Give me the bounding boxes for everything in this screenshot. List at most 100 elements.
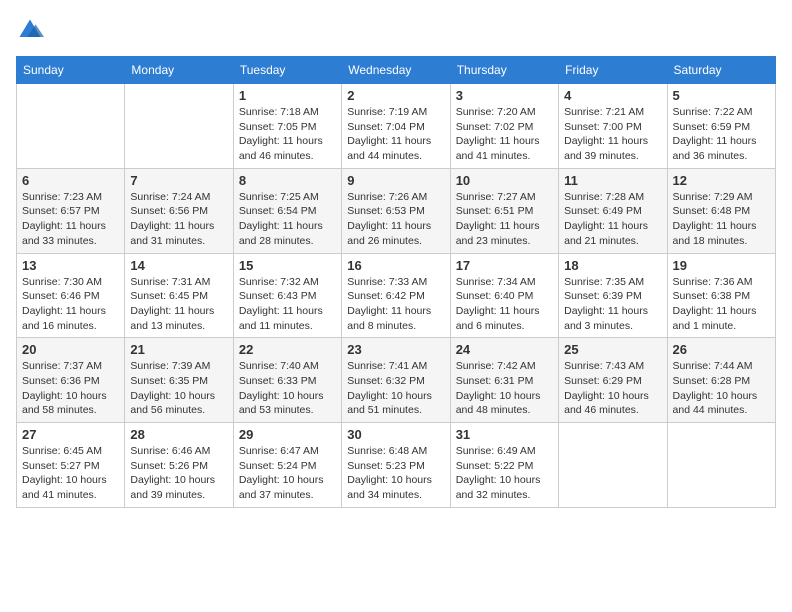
calendar-cell: 26Sunrise: 7:44 AM Sunset: 6:28 PM Dayli…	[667, 338, 775, 423]
calendar-cell: 17Sunrise: 7:34 AM Sunset: 6:40 PM Dayli…	[450, 253, 558, 338]
day-info: Sunrise: 7:40 AM Sunset: 6:33 PM Dayligh…	[239, 359, 336, 418]
calendar-body: 1 Sunrise: 7:18 AM Sunset: 7:05 PM Daylig…	[17, 84, 776, 508]
calendar-cell: 1 Sunrise: 7:18 AM Sunset: 7:05 PM Daylig…	[233, 84, 341, 169]
weekday-sunday: Sunday	[17, 57, 125, 84]
day-number: 10	[456, 173, 553, 188]
logo	[16, 16, 48, 44]
calendar-cell	[125, 84, 233, 169]
calendar-cell: 13 Sunrise: 7:30 AM Sunset: 6:46 PM Dayli…	[17, 253, 125, 338]
calendar-cell: 22 Sunrise: 7:40 AM Sunset: 6:33 PM Dayli…	[233, 338, 341, 423]
day-number: 2	[347, 88, 444, 103]
day-info: Sunrise: 7:28 AM Sunset: 6:49 PM Dayligh…	[564, 190, 661, 249]
calendar-cell	[559, 423, 667, 508]
calendar-cell: 11 Sunrise: 7:28 AM Sunset: 6:49 PM Dayli…	[559, 168, 667, 253]
day-number: 14	[130, 258, 227, 273]
calendar-week-1: 1 Sunrise: 7:18 AM Sunset: 7:05 PM Daylig…	[17, 84, 776, 169]
day-info: Sunrise: 7:39 AM Sunset: 6:35 PM Dayligh…	[130, 359, 227, 418]
day-number: 30	[347, 427, 444, 442]
day-number: 9	[347, 173, 444, 188]
calendar-week-3: 13 Sunrise: 7:30 AM Sunset: 6:46 PM Dayli…	[17, 253, 776, 338]
day-info: Sunrise: 7:44 AM Sunset: 6:28 PM Dayligh…	[673, 359, 770, 418]
page-header	[16, 16, 776, 44]
day-number: 18	[564, 258, 661, 273]
day-info: Sunrise: 7:18 AM Sunset: 7:05 PM Dayligh…	[239, 105, 336, 164]
day-number: 28	[130, 427, 227, 442]
weekday-wednesday: Wednesday	[342, 57, 450, 84]
day-number: 15	[239, 258, 336, 273]
day-number: 1	[239, 88, 336, 103]
day-info: Sunrise: 7:41 AM Sunset: 6:32 PM Dayligh…	[347, 359, 444, 418]
day-info: Sunrise: 7:25 AM Sunset: 6:54 PM Dayligh…	[239, 190, 336, 249]
calendar-cell: 29 Sunrise: 6:47 AM Sunset: 5:24 PM Dayli…	[233, 423, 341, 508]
weekday-tuesday: Tuesday	[233, 57, 341, 84]
calendar-week-4: 20 Sunrise: 7:37 AM Sunset: 6:36 PM Dayli…	[17, 338, 776, 423]
calendar-header: SundayMondayTuesdayWednesdayThursdayFrid…	[17, 57, 776, 84]
calendar-table: SundayMondayTuesdayWednesdayThursdayFrid…	[16, 56, 776, 508]
day-info: Sunrise: 7:21 AM Sunset: 7:00 PM Dayligh…	[564, 105, 661, 164]
weekday-friday: Friday	[559, 57, 667, 84]
day-info: Sunrise: 7:30 AM Sunset: 6:46 PM Dayligh…	[22, 275, 119, 334]
day-number: 4	[564, 88, 661, 103]
calendar-cell: 10 Sunrise: 7:27 AM Sunset: 6:51 PM Dayli…	[450, 168, 558, 253]
day-info: Sunrise: 7:26 AM Sunset: 6:53 PM Dayligh…	[347, 190, 444, 249]
day-number: 29	[239, 427, 336, 442]
day-number: 11	[564, 173, 661, 188]
calendar-cell: 18Sunrise: 7:35 AM Sunset: 6:39 PM Dayli…	[559, 253, 667, 338]
day-number: 20	[22, 342, 119, 357]
calendar-cell: 3 Sunrise: 7:20 AM Sunset: 7:02 PM Daylig…	[450, 84, 558, 169]
calendar-cell: 24 Sunrise: 7:42 AM Sunset: 6:31 PM Dayli…	[450, 338, 558, 423]
calendar-cell: 7Sunrise: 7:24 AM Sunset: 6:56 PM Daylig…	[125, 168, 233, 253]
calendar-cell: 20 Sunrise: 7:37 AM Sunset: 6:36 PM Dayli…	[17, 338, 125, 423]
day-number: 5	[673, 88, 770, 103]
day-number: 19	[673, 258, 770, 273]
day-number: 31	[456, 427, 553, 442]
day-info: Sunrise: 7:37 AM Sunset: 6:36 PM Dayligh…	[22, 359, 119, 418]
calendar-cell: 8 Sunrise: 7:25 AM Sunset: 6:54 PM Daylig…	[233, 168, 341, 253]
day-info: Sunrise: 6:49 AM Sunset: 5:22 PM Dayligh…	[456, 444, 553, 503]
day-info: Sunrise: 7:27 AM Sunset: 6:51 PM Dayligh…	[456, 190, 553, 249]
calendar-cell: 2 Sunrise: 7:19 AM Sunset: 7:04 PM Daylig…	[342, 84, 450, 169]
calendar-cell: 9 Sunrise: 7:26 AM Sunset: 6:53 PM Daylig…	[342, 168, 450, 253]
calendar-cell	[667, 423, 775, 508]
day-number: 3	[456, 88, 553, 103]
day-number: 21	[130, 342, 227, 357]
day-info: Sunrise: 6:46 AM Sunset: 5:26 PM Dayligh…	[130, 444, 227, 503]
day-info: Sunrise: 7:23 AM Sunset: 6:57 PM Dayligh…	[22, 190, 119, 249]
day-info: Sunrise: 7:42 AM Sunset: 6:31 PM Dayligh…	[456, 359, 553, 418]
calendar-cell: 16 Sunrise: 7:33 AM Sunset: 6:42 PM Dayli…	[342, 253, 450, 338]
day-number: 24	[456, 342, 553, 357]
calendar-cell: 25 Sunrise: 7:43 AM Sunset: 6:29 PM Dayli…	[559, 338, 667, 423]
calendar-cell: 14 Sunrise: 7:31 AM Sunset: 6:45 PM Dayli…	[125, 253, 233, 338]
day-info: Sunrise: 7:19 AM Sunset: 7:04 PM Dayligh…	[347, 105, 444, 164]
calendar-cell: 4 Sunrise: 7:21 AM Sunset: 7:00 PM Daylig…	[559, 84, 667, 169]
day-number: 6	[22, 173, 119, 188]
day-number: 13	[22, 258, 119, 273]
day-info: Sunrise: 7:32 AM Sunset: 6:43 PM Dayligh…	[239, 275, 336, 334]
calendar-week-5: 27 Sunrise: 6:45 AM Sunset: 5:27 PM Dayli…	[17, 423, 776, 508]
logo-icon	[16, 16, 44, 44]
day-info: Sunrise: 7:33 AM Sunset: 6:42 PM Dayligh…	[347, 275, 444, 334]
calendar-cell: 15 Sunrise: 7:32 AM Sunset: 6:43 PM Dayli…	[233, 253, 341, 338]
day-number: 27	[22, 427, 119, 442]
day-info: Sunrise: 6:45 AM Sunset: 5:27 PM Dayligh…	[22, 444, 119, 503]
calendar-cell	[17, 84, 125, 169]
calendar-cell: 27 Sunrise: 6:45 AM Sunset: 5:27 PM Dayli…	[17, 423, 125, 508]
calendar-week-2: 6 Sunrise: 7:23 AM Sunset: 6:57 PM Daylig…	[17, 168, 776, 253]
day-number: 25	[564, 342, 661, 357]
day-info: Sunrise: 7:43 AM Sunset: 6:29 PM Dayligh…	[564, 359, 661, 418]
calendar-cell: 31 Sunrise: 6:49 AM Sunset: 5:22 PM Dayli…	[450, 423, 558, 508]
day-info: Sunrise: 6:48 AM Sunset: 5:23 PM Dayligh…	[347, 444, 444, 503]
day-number: 12	[673, 173, 770, 188]
calendar-cell: 5Sunrise: 7:22 AM Sunset: 6:59 PM Daylig…	[667, 84, 775, 169]
weekday-thursday: Thursday	[450, 57, 558, 84]
day-info: Sunrise: 7:31 AM Sunset: 6:45 PM Dayligh…	[130, 275, 227, 334]
day-number: 8	[239, 173, 336, 188]
day-info: Sunrise: 6:47 AM Sunset: 5:24 PM Dayligh…	[239, 444, 336, 503]
weekday-header-row: SundayMondayTuesdayWednesdayThursdayFrid…	[17, 57, 776, 84]
day-number: 23	[347, 342, 444, 357]
day-info: Sunrise: 7:24 AM Sunset: 6:56 PM Dayligh…	[130, 190, 227, 249]
day-number: 22	[239, 342, 336, 357]
day-info: Sunrise: 7:20 AM Sunset: 7:02 PM Dayligh…	[456, 105, 553, 164]
calendar-cell: 23 Sunrise: 7:41 AM Sunset: 6:32 PM Dayli…	[342, 338, 450, 423]
day-number: 16	[347, 258, 444, 273]
